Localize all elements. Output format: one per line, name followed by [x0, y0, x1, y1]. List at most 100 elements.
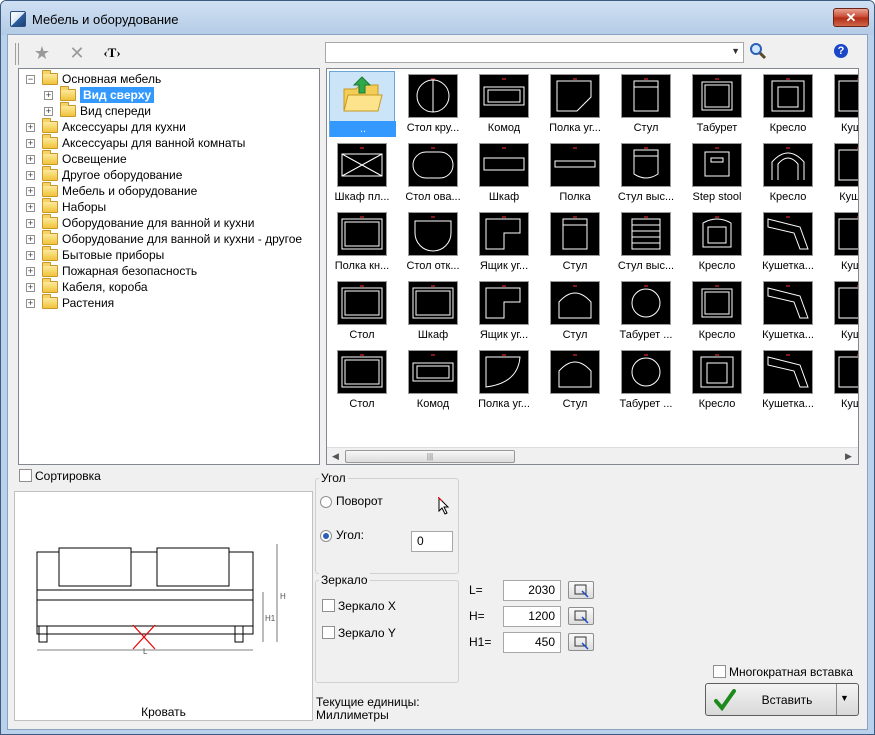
expand-icon[interactable]: + — [26, 219, 35, 228]
tree-item[interactable]: + Вид спереди — [19, 102, 319, 119]
symbol-tile[interactable]: Кресло — [684, 347, 750, 413]
expand-icon[interactable]: + — [26, 203, 35, 212]
insert-dropdown-icon[interactable]: ▼ — [840, 693, 849, 703]
category-tree[interactable]: − Основная мебель + Вид сверху + Вид спереди +… — [18, 68, 320, 465]
symbol-tile[interactable]: Табурет ... — [613, 347, 679, 413]
scroll-right-icon[interactable]: ▶ — [845, 451, 852, 462]
insert-button[interactable]: Вставить ▼ — [705, 683, 859, 716]
chevron-down-icon[interactable]: ▼ — [731, 46, 740, 56]
expand-icon[interactable]: + — [26, 155, 35, 164]
delete-button[interactable]: ✕ — [65, 42, 89, 64]
symbol-tile[interactable]: Стул — [542, 347, 608, 413]
collapse-icon[interactable]: − — [26, 75, 35, 84]
scroll-thumb[interactable]: ||| — [345, 450, 515, 463]
symbol-tile[interactable]: Кресло — [684, 209, 750, 275]
angle-input[interactable]: 0 — [411, 531, 453, 552]
symbol-tile[interactable]: Шкаф — [471, 140, 537, 206]
tree-item[interactable]: + Оборудование для ванной и кухни — [19, 214, 319, 231]
symbol-tile[interactable]: Ящик уг... — [471, 278, 537, 344]
expand-icon[interactable]: + — [44, 91, 53, 100]
tree-item[interactable]: + Вид сверху — [19, 86, 319, 103]
symbol-tile[interactable]: Кресло — [755, 71, 821, 137]
search-icon[interactable] — [749, 42, 767, 60]
expand-icon[interactable]: + — [26, 299, 35, 308]
tree-item[interactable]: + Освещение — [19, 150, 319, 167]
expand-icon[interactable]: + — [26, 283, 35, 292]
symbol-tile[interactable]: Полка — [542, 140, 608, 206]
symbol-tile[interactable]: Стол — [329, 347, 395, 413]
tree-item[interactable]: + Аксессуары для кухни — [19, 118, 319, 135]
symbol-tile[interactable]: Шкаф пл... — [329, 140, 395, 206]
dimension-input[interactable]: 1200 — [503, 606, 561, 627]
symbol-tile[interactable]: Ящик уг... — [471, 209, 537, 275]
tree-item[interactable]: − Основная мебель — [19, 70, 319, 87]
pick-dimension-button[interactable] — [568, 607, 594, 625]
tree-item[interactable]: + Пожарная безопасность — [19, 262, 319, 279]
symbol-tile[interactable]: Куше... — [826, 209, 858, 275]
mirror-y-checkbox[interactable] — [322, 626, 335, 639]
symbol-tile[interactable]: Стул — [542, 209, 608, 275]
tree-item[interactable]: + Аксессуары для ванной комнаты — [19, 134, 319, 151]
symbol-tile[interactable]: Кушетка... — [755, 278, 821, 344]
symbol-tile[interactable]: Комод — [400, 347, 466, 413]
expand-icon[interactable]: + — [26, 251, 35, 260]
toolbar-grip[interactable] — [15, 43, 19, 65]
expand-icon[interactable]: + — [26, 139, 35, 148]
symbol-tile[interactable]: Step stool — [684, 140, 750, 206]
close-button[interactable]: ✕ — [833, 8, 869, 27]
symbol-tile[interactable]: Полка уг... — [471, 347, 537, 413]
help-icon[interactable]: ? — [834, 44, 848, 58]
symbol-tile[interactable]: Шкаф — [400, 278, 466, 344]
tree-item[interactable]: + Оборудование для ванной и кухни - друго… — [19, 230, 319, 247]
symbol-tile[interactable]: .. — [329, 71, 396, 137]
symbol-tile[interactable]: Кресло — [684, 278, 750, 344]
expand-icon[interactable]: + — [44, 107, 53, 116]
symbol-tile[interactable]: Полка кн... — [329, 209, 395, 275]
symbol-tile[interactable]: Стул выс... — [613, 140, 679, 206]
symbol-tile[interactable]: Стул — [613, 71, 679, 137]
symbol-tile[interactable]: Кушетка... — [755, 347, 821, 413]
rotate-radio[interactable] — [320, 496, 332, 508]
symbol-tile[interactable]: Стол отк... — [400, 209, 466, 275]
symbol-grid[interactable]: ◀ ||| ▶ .. Стол кру... Комод Полка уг... Сту… — [326, 68, 859, 465]
symbol-tile[interactable]: Куше... — [826, 278, 858, 344]
search-combo[interactable]: ▼ — [325, 42, 744, 63]
multi-insert-checkbox[interactable] — [713, 665, 726, 678]
symbol-tile[interactable]: Табурет ... — [613, 278, 679, 344]
pick-dimension-button[interactable] — [568, 581, 594, 599]
symbol-tile[interactable]: Кушет... — [826, 140, 858, 206]
dimension-input[interactable]: 450 — [503, 632, 561, 653]
text-tool-button[interactable]: ‹T› — [100, 42, 124, 64]
tree-item[interactable]: + Наборы — [19, 198, 319, 215]
symbol-tile[interactable]: Куше... — [826, 347, 858, 413]
sort-checkbox[interactable] — [19, 469, 32, 482]
expand-icon[interactable]: + — [26, 235, 35, 244]
symbol-tile[interactable]: Полка уг... — [542, 71, 608, 137]
symbol-tile[interactable]: Стол кру... — [400, 71, 466, 137]
scroll-left-icon[interactable]: ◀ — [332, 451, 339, 462]
symbol-tile[interactable]: Табурет — [684, 71, 750, 137]
expand-icon[interactable]: + — [26, 267, 35, 276]
expand-icon[interactable]: + — [26, 123, 35, 132]
tree-item[interactable]: + Бытовые приборы — [19, 246, 319, 263]
tree-item[interactable]: + Мебель и оборудование — [19, 182, 319, 199]
tree-item[interactable]: + Другое оборудование — [19, 166, 319, 183]
pick-dimension-button[interactable] — [568, 633, 594, 651]
tree-item[interactable]: + Кабеля, короба — [19, 278, 319, 295]
tree-item[interactable]: + Растения — [19, 294, 319, 311]
mirror-x-checkbox[interactable] — [322, 599, 335, 612]
favorite-button[interactable]: ★ — [30, 42, 54, 64]
expand-icon[interactable]: + — [26, 187, 35, 196]
symbol-tile[interactable]: Стул — [542, 278, 608, 344]
symbol-tile[interactable]: Кресло — [755, 140, 821, 206]
symbol-tile[interactable]: Куше... — [826, 71, 858, 137]
symbol-tile[interactable]: Комод — [471, 71, 537, 137]
symbol-tile[interactable]: Стол ова... — [400, 140, 466, 206]
dimension-input[interactable]: 2030 — [503, 580, 561, 601]
horizontal-scrollbar[interactable]: ◀ ||| ▶ — [327, 447, 858, 464]
angle-radio[interactable] — [320, 530, 332, 542]
symbol-tile[interactable]: Стол — [329, 278, 395, 344]
symbol-tile[interactable]: Кушетка... — [755, 209, 821, 275]
symbol-tile[interactable]: Стул выс... — [613, 209, 679, 275]
expand-icon[interactable]: + — [26, 171, 35, 180]
